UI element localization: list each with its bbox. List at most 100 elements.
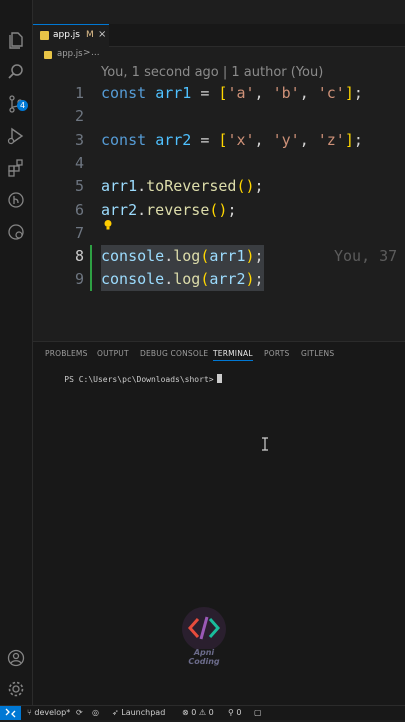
javascript-file-icon: [40, 31, 49, 40]
code-token: const: [101, 130, 156, 149]
code-line[interactable]: 6 arr2.reverse();: [33, 199, 405, 222]
line-number: 1: [74, 84, 84, 102]
branch-status[interactable]: ⑂ develop*: [27, 708, 70, 717]
code-token: ,: [299, 130, 318, 149]
code-token: 'b': [272, 84, 300, 102]
code-token: ;: [254, 177, 264, 196]
rocket-icon: ➶: [112, 708, 119, 717]
warning-count: 0: [208, 708, 214, 717]
problems-status[interactable]: ⊗ 0 ⚠ 0: [182, 708, 214, 717]
code-token: .: [137, 177, 147, 196]
gitlens-codelens[interactable]: You, 1 second ago | 1 author (You): [101, 65, 323, 80]
source-control-badge: 4: [17, 100, 28, 111]
settings-gear-icon[interactable]: [6, 679, 26, 699]
error-count: 0: [191, 708, 197, 717]
code-text: arr2.reverse();: [101, 199, 236, 222]
code-token: =: [191, 130, 219, 149]
remote-icon: [5, 708, 16, 718]
terminal-output[interactable]: PS C:\Users\pc\Downloads\short>: [45, 365, 222, 393]
code-token: ,: [254, 84, 273, 102]
error-icon: ⊗: [182, 708, 189, 717]
terminal-cursor: [216, 374, 222, 383]
account-icon[interactable]: [6, 648, 26, 668]
explorer-icon[interactable]: [6, 30, 26, 50]
code-token: 'z': [317, 130, 345, 149]
code-line[interactable]: 4: [33, 152, 405, 175]
status-bar: ⑂ develop* ⟳ ◎ ➶ Launchpad ⊗ 0 ⚠ 0 ⚲ 0 ▢: [0, 705, 405, 720]
code-token: ;: [353, 84, 363, 102]
line-number: 4: [74, 153, 84, 172]
remote-explorer-icon[interactable]: [6, 222, 26, 242]
panel-tab-terminal[interactable]: TERMINAL: [213, 349, 253, 361]
code-line[interactable]: 2: [33, 105, 405, 128]
code-token: arr1: [209, 247, 246, 266]
code-token: log: [173, 247, 201, 266]
code-line[interactable]: 1 const arr1 = ['a', 'b', 'c'];: [33, 82, 405, 105]
code-token: ): [245, 247, 255, 266]
code-token: ;: [254, 247, 264, 266]
editor-tab-bar: app.js M ×: [33, 24, 405, 47]
launchpad-label: Launchpad: [121, 708, 166, 717]
code-text: console.log(arr2);: [101, 268, 264, 292]
breadcrumb-separator: >: [83, 48, 91, 58]
gitlens-status-icon[interactable]: ◎: [92, 708, 99, 717]
code-token: 'c': [317, 84, 345, 102]
breadcrumb-file[interactable]: app.js: [57, 49, 83, 59]
search-icon[interactable]: [6, 62, 26, 82]
code-token: arr2: [209, 270, 246, 289]
git-gutter-added: [90, 245, 92, 269]
breadcrumb-more[interactable]: ...: [91, 48, 100, 58]
code-token: =: [191, 84, 219, 102]
ports-icon: ⚲: [228, 708, 234, 717]
launchpad-status[interactable]: ➶ Launchpad: [112, 708, 165, 717]
code-editor[interactable]: You, 1 second ago | 1 author (You) 1 cons…: [33, 63, 405, 341]
code-text: const arr1 = ['a', 'b', 'c'];: [101, 82, 363, 105]
watermark-line2: Coding: [188, 657, 220, 666]
code-token: ]: [344, 84, 354, 102]
lightbulb-icon[interactable]: [103, 219, 113, 231]
code-line[interactable]: 9 console.log(arr2);: [33, 268, 405, 292]
code-line[interactable]: 8 console.log(arr1); You, 37: [33, 245, 405, 269]
watermark-line1: Apni: [193, 648, 215, 657]
code-token: ]: [344, 130, 354, 149]
tab-app-js[interactable]: app.js M ×: [33, 24, 109, 47]
bottom-panel: PROBLEMS OUTPUT DEBUG CONSOLE TERMINAL PORTS…: [33, 341, 405, 707]
run-debug-icon[interactable]: [6, 126, 26, 146]
code-token: toReversed: [146, 177, 237, 196]
line-number: 8: [74, 247, 84, 266]
notification-bell-icon[interactable]: ▢: [254, 708, 262, 717]
line-number: 7: [74, 223, 84, 242]
close-tab-icon[interactable]: ×: [98, 29, 106, 40]
code-token: const: [101, 84, 156, 102]
code-token: arr2: [101, 200, 138, 219]
panel-tab-ports[interactable]: PORTS: [264, 349, 289, 358]
code-token: 'a': [227, 84, 255, 102]
code-token: arr2: [155, 130, 192, 149]
code-line[interactable]: 5 arr1.toReversed();: [33, 175, 405, 198]
code-line[interactable]: 3 const arr2 = ['x', 'y', 'z'];: [33, 129, 405, 152]
remote-indicator[interactable]: [0, 706, 21, 720]
code-token: .: [164, 247, 174, 266]
mouse-ibeam-cursor: [262, 437, 268, 451]
apni-coding-watermark: Apni Coding: [171, 607, 237, 667]
ports-status[interactable]: ⚲ 0: [228, 708, 242, 717]
panel-tab-problems[interactable]: PROBLEMS: [45, 349, 88, 358]
warning-icon: ⚠: [198, 708, 207, 717]
gitlens-icon[interactable]: [6, 190, 26, 210]
code-token: console: [101, 247, 165, 266]
code-token: ;: [353, 130, 363, 149]
panel-tab-output[interactable]: OUTPUT: [97, 349, 129, 358]
sync-icon[interactable]: ⟳: [76, 708, 83, 717]
code-token: arr1: [101, 177, 138, 196]
ports-count: 0: [236, 708, 242, 717]
panel-tab-debug-console[interactable]: DEBUG CONSOLE: [140, 349, 208, 358]
code-token: ;: [227, 200, 237, 219]
code-token: 'y': [272, 130, 300, 149]
panel-tab-gitlens[interactable]: GITLENS: [301, 349, 334, 358]
code-line[interactable]: 7: [33, 222, 405, 245]
extensions-icon[interactable]: [6, 158, 26, 178]
tab-filename: app.js: [53, 30, 80, 40]
code-text: arr1.toReversed();: [101, 175, 264, 198]
code-token: console: [101, 270, 165, 289]
code-token: reverse: [146, 200, 210, 219]
